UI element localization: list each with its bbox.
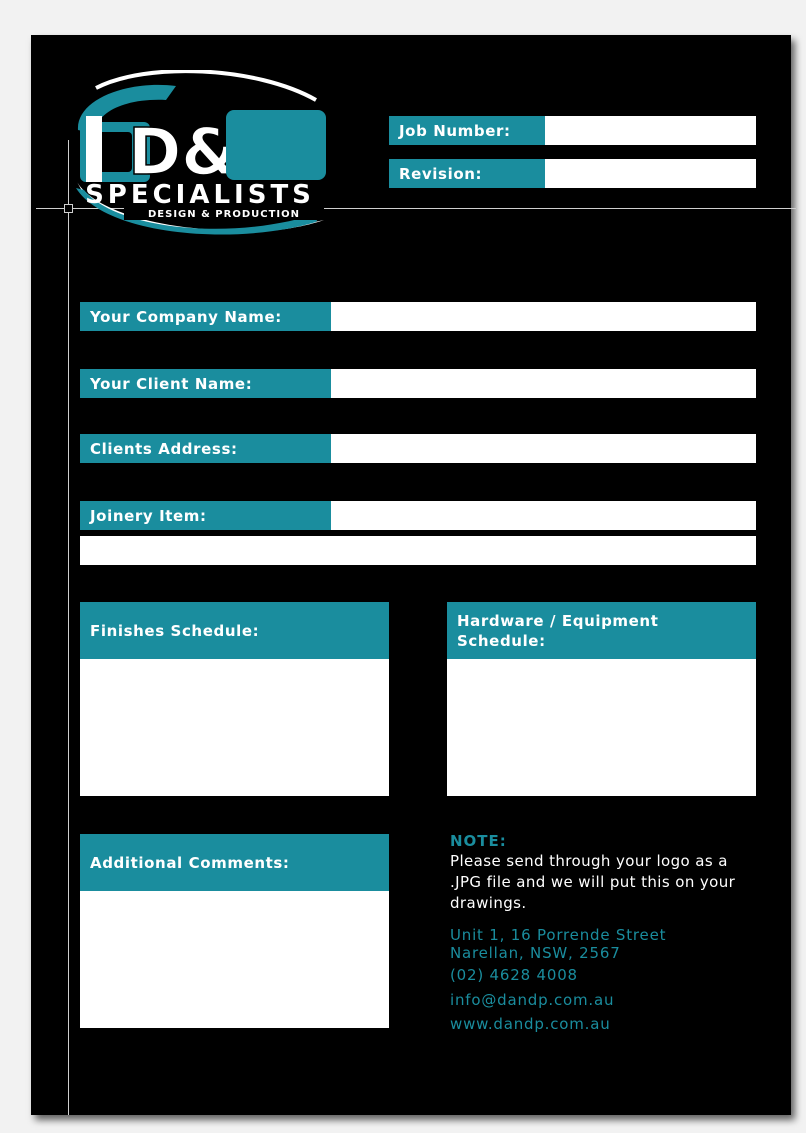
job-number-label: Job Number: <box>389 116 545 145</box>
joinery-item-field-line2[interactable] <box>80 536 756 565</box>
finishes-schedule-label: Finishes Schedule: <box>80 602 389 659</box>
contact-phone: (02) 4628 4008 <box>450 966 578 984</box>
additional-comments-field[interactable] <box>80 891 389 1028</box>
company-name-label: Your Company Name: <box>80 302 331 331</box>
joinery-item-field[interactable] <box>331 501 756 530</box>
hardware-schedule-label: Hardware / Equipment Schedule: <box>447 602 756 659</box>
revision-field[interactable] <box>545 159 756 188</box>
client-address-field[interactable] <box>331 434 756 463</box>
client-name-field[interactable] <box>331 369 756 398</box>
company-name-field[interactable] <box>331 302 756 331</box>
contact-address-line2: Narellan, NSW, 2567 <box>450 944 621 962</box>
guide-line-vertical <box>68 140 69 1115</box>
hardware-schedule-field[interactable] <box>447 659 756 796</box>
client-name-label: Your Client Name: <box>80 369 331 398</box>
additional-comments-label: Additional Comments: <box>80 834 389 891</box>
contact-website[interactable]: www.dandp.com.au <box>450 1015 611 1033</box>
contact-address-line1: Unit 1, 16 Porrende Street <box>450 926 667 944</box>
contact-email[interactable]: info@dandp.com.au <box>450 991 614 1009</box>
logo-subtitle: SPECIALISTS <box>85 180 315 210</box>
client-address-label: Clients Address: <box>80 434 331 463</box>
note-title: NOTE: <box>450 832 507 850</box>
finishes-schedule-field[interactable] <box>80 659 389 796</box>
note-text: Please send through your logo as a .JPG … <box>450 852 736 912</box>
job-number-field[interactable] <box>545 116 756 145</box>
revision-label: Revision: <box>389 159 545 188</box>
logo-tagline: DESIGN & PRODUCTION <box>148 209 300 220</box>
company-logo: D&P SPECIALISTS DESIGN & PRODUCTION <box>76 70 326 235</box>
joinery-item-label: Joinery Item: <box>80 501 331 530</box>
